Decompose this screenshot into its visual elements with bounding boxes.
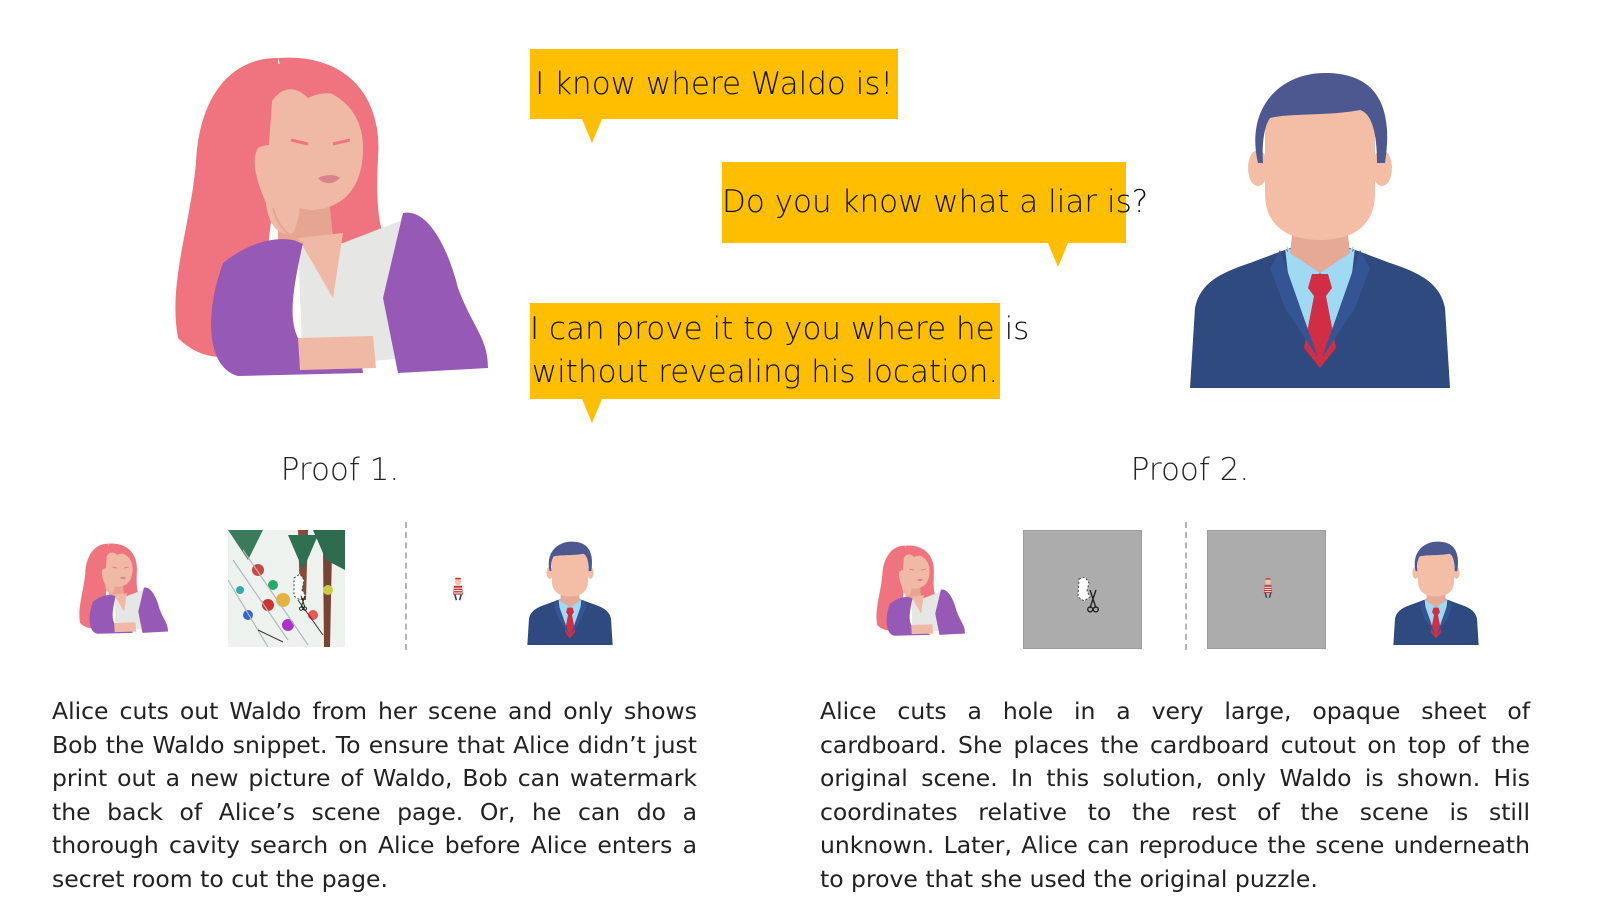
speech-bubble-alice-offer: I can prove it to you where he is withou…	[530, 303, 1030, 423]
proof1-title: Proof 1.	[280, 452, 400, 488]
bob-avatar	[1190, 68, 1450, 388]
waldo-snippet-icon	[1261, 577, 1275, 599]
scissors-icon	[1086, 589, 1100, 613]
speech-text: I know where Waldo is!	[535, 66, 893, 102]
bob-avatar-small	[527, 540, 613, 645]
cardboard-sheet-covering	[1207, 530, 1326, 649]
alice-avatar	[128, 38, 488, 398]
cardboard-sheet-cut	[1023, 530, 1142, 649]
bob-avatar-small	[1393, 540, 1479, 645]
alice-avatar-small	[863, 540, 965, 642]
speech-bubble-alice-claim: I know where Waldo is!	[530, 49, 898, 143]
proof1-description: Alice cuts out Waldo from her scene and …	[52, 697, 697, 893]
alice-avatar-small	[66, 538, 168, 640]
proof1-divider	[405, 522, 407, 650]
speech-text-line2: without revealing his location.	[531, 354, 999, 390]
speech-text-line1: I can prove it to you where he is	[530, 311, 1030, 347]
speech-bubble-bob-question: Do you know what a liar is?	[722, 162, 1148, 267]
speech-text: Do you know what a liar is?	[722, 184, 1149, 220]
proof2-divider	[1185, 522, 1187, 650]
waldo-snippet-icon	[450, 577, 466, 601]
proof2-description: Alice cuts a hole in a very large, opaqu…	[820, 697, 1530, 893]
speech-tail	[582, 399, 602, 423]
waldo-scene-image	[228, 530, 345, 647]
speech-tail	[1048, 243, 1068, 267]
speech-tail	[582, 119, 602, 143]
proof2-title: Proof 2.	[1130, 452, 1250, 488]
